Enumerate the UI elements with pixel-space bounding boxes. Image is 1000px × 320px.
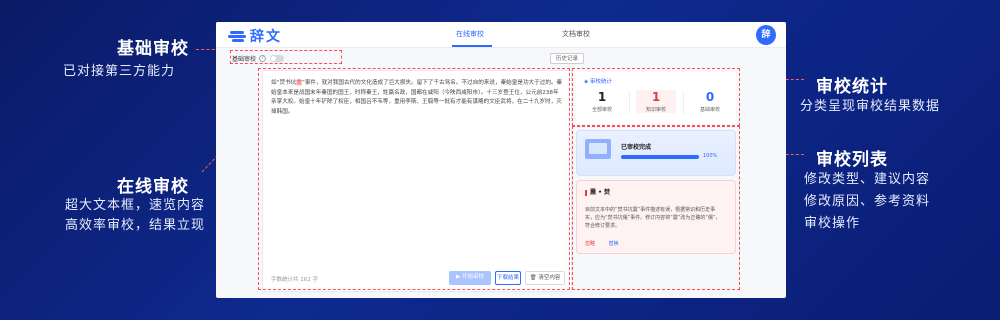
callout-online-line-1: 超大文本框，速览内容 (65, 198, 206, 213)
callout-basic-title: 基础审校 (117, 39, 189, 59)
history-button[interactable]: 历史记录 (550, 53, 585, 64)
top-bar: 辞文 在线审校 文档审校 辞 (216, 22, 786, 48)
active-tab-indicator (452, 45, 492, 47)
callout-list-line-3: 审校操作 (804, 216, 861, 231)
user-avatar[interactable]: 辞 (756, 25, 776, 45)
stats-highlight-box (572, 68, 740, 126)
tab-document-proofread[interactable]: 文档审校 (562, 29, 590, 39)
logo-icon (228, 29, 246, 43)
callout-list-line-2: 修改原因、参考资料 (804, 194, 931, 209)
callout-stats-title: 审校统计 (816, 77, 888, 97)
basic-proofread-highlight-box (230, 50, 342, 64)
logo[interactable]: 辞文 (228, 26, 282, 46)
callout-stats-desc: 分类呈现审校结果数据 (800, 99, 941, 114)
editor-highlight-box (258, 68, 570, 290)
logo-text: 辞文 (250, 29, 282, 45)
callout-basic-desc: 已对接第三方能力 (63, 64, 176, 79)
app-window: 辞文 在线审校 文档审校 辞 基础审校 ? 历史记录 如“焚书坑震”事件，就对我… (216, 22, 786, 298)
callout-online-line-2: 高效率审校，结果立现 (65, 218, 206, 233)
tab-online-proofread[interactable]: 在线审校 (456, 29, 484, 39)
callout-list-title: 审校列表 (816, 150, 888, 170)
callout-list-line-1: 修改类型、建议内容 (804, 172, 931, 187)
callout-online-title: 在线审校 (117, 177, 189, 197)
list-highlight-box (572, 126, 740, 290)
